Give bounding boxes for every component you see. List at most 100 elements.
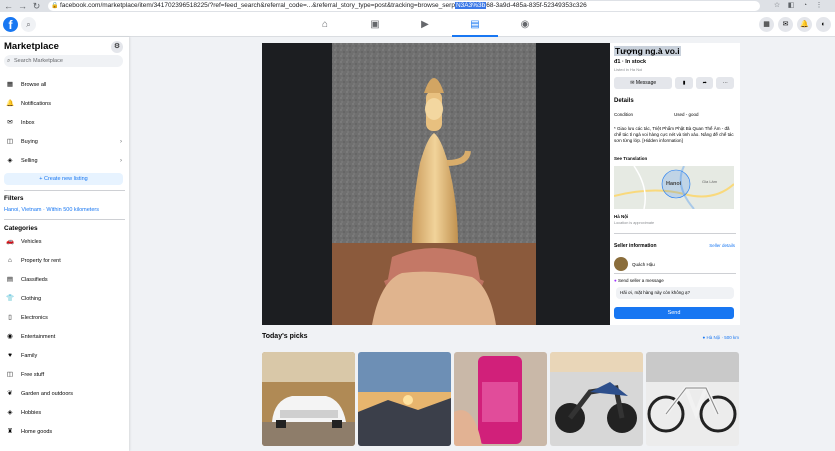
star-icon[interactable]: ☆: [772, 1, 782, 11]
tab-watch[interactable]: ▣: [350, 12, 400, 37]
category-label: Property for rent: [21, 258, 61, 264]
category-label: Home goods: [21, 429, 53, 435]
bicycle-photo: [646, 352, 739, 446]
pick-item-bicycle[interactable]: [646, 352, 739, 446]
category-label: Garden and outdoors: [21, 391, 73, 397]
sidebar-item-label: Selling: [21, 158, 38, 164]
classifieds-icon: ▤: [6, 276, 14, 283]
category-vehicles[interactable]: 🚗 Vehicles: [4, 234, 126, 250]
sidebar-item-selling[interactable]: ◈ Selling ›: [4, 153, 126, 169]
shirt-icon: 👕: [5, 295, 15, 302]
seller-details-link[interactable]: Seller details: [709, 243, 735, 248]
condition-value: Used - good: [674, 112, 699, 117]
category-label: Free stuff: [21, 372, 45, 378]
notifications-icon[interactable]: 🔔: [797, 17, 812, 32]
reload-icon[interactable]: ↻: [31, 1, 42, 12]
seller-avatar[interactable]: [614, 257, 628, 271]
category-entertainment[interactable]: ◉ Entertainment: [4, 329, 126, 345]
tag-icon: ◈: [7, 157, 13, 164]
sidebar-item-browse-all[interactable]: ▦ Browse all: [4, 77, 126, 93]
menu-grid-icon[interactable]: ▦: [759, 17, 774, 32]
account-avatar[interactable]: ◐: [816, 17, 831, 32]
lock-icon: 🔒: [51, 3, 59, 9]
sidebar-item-label: Inbox: [21, 120, 35, 126]
listing-title: Tượng ng.à vo.i: [614, 46, 681, 56]
house-icon: ⌂: [8, 257, 12, 264]
search-input[interactable]: ⌕ Search Marketplace: [4, 55, 123, 67]
landscape-photo: [358, 352, 451, 446]
send-button[interactable]: Send: [614, 307, 734, 319]
save-button[interactable]: ▮: [675, 77, 693, 89]
picks-location[interactable]: ● Hà Nội · 500 km: [703, 335, 739, 340]
category-property[interactable]: ⌂ Property for rent: [4, 253, 126, 269]
category-label: Entertainment: [21, 334, 56, 340]
listing-actions: ✉ Message ▮ ➦ ···: [614, 77, 735, 89]
more-button[interactable]: ···: [716, 77, 735, 89]
groups-icon: ◉: [520, 19, 530, 30]
category-clothing[interactable]: 👕 Clothing: [4, 291, 126, 307]
map-district-label: Gia Lâm: [702, 179, 718, 184]
category-hobbies[interactable]: ◈ Hobbies: [4, 405, 126, 421]
todays-picks-heading: Today's picks: [262, 333, 308, 340]
extension-icon[interactable]: ◧: [786, 1, 796, 11]
entertainment-icon: ◉: [7, 333, 13, 340]
category-free-stuff[interactable]: ◫ Free stuff: [4, 367, 126, 383]
messenger-icon[interactable]: ✉: [778, 17, 793, 32]
hobbies-icon: ◈: [7, 409, 13, 416]
location-name: Hà Nội: [614, 214, 629, 219]
address-bar[interactable]: 🔒 facebook.com/marketplace/item/34170239…: [48, 1, 760, 11]
video-icon: ▶: [421, 19, 429, 30]
listing-details: Tượng ng.à vo.i đ1 · In stock Listed in …: [612, 43, 740, 325]
pick-item-phone[interactable]: [454, 352, 547, 446]
inbox-icon: ✉: [7, 119, 13, 126]
create-listing-button[interactable]: + Create new listing: [4, 173, 123, 185]
category-classifieds[interactable]: ▤ Classifieds: [4, 272, 126, 288]
watch-icon: ▣: [370, 19, 380, 30]
sidebar-item-buying[interactable]: ◫ Buying ›: [4, 134, 126, 150]
location-filter[interactable]: Hanoi, Vietnam · Within 500 kilometers: [4, 207, 99, 213]
message-input[interactable]: Hãi ơi, mặt hàng này còn không ạ?: [616, 287, 734, 299]
picks-location-label: Hà Nội · 500 km: [706, 335, 739, 340]
category-family[interactable]: ♥ Family: [4, 348, 126, 364]
share-button[interactable]: ➦: [695, 77, 714, 89]
see-translation-link[interactable]: See Translation: [614, 156, 647, 161]
pick-item-landscape[interactable]: [358, 352, 451, 446]
gear-icon[interactable]: ⚙: [111, 41, 123, 53]
details-heading: Details: [614, 98, 634, 104]
divider: [614, 273, 736, 274]
menu-dots-icon[interactable]: ⋮: [814, 1, 824, 11]
category-label: Electronics: [21, 315, 48, 321]
leaf-icon: ❦: [7, 390, 13, 397]
tab-home[interactable]: ⌂: [300, 12, 350, 37]
marketplace-icon: ▤: [470, 19, 480, 30]
tab-video[interactable]: ▶: [400, 12, 450, 37]
category-electronics[interactable]: ▯ Electronics: [4, 310, 126, 326]
home-icon: ⌂: [321, 19, 329, 30]
share-icon: ➦: [702, 80, 707, 86]
location-map[interactable]: Hanoi Gia Lâm: [614, 166, 734, 209]
filters-heading: Filters: [4, 195, 24, 202]
pick-item-car[interactable]: [262, 352, 355, 446]
category-garden[interactable]: ❦ Garden and outdoors: [4, 386, 126, 402]
category-home-goods[interactable]: ♜ Home goods: [4, 424, 126, 440]
listing-photo[interactable]: [262, 43, 610, 325]
search-icon[interactable]: ⌕: [21, 17, 36, 32]
listing-price: đ1 · In stock: [614, 59, 647, 65]
pick-item-motorbike[interactable]: [550, 352, 643, 446]
tab-marketplace[interactable]: ▤: [450, 12, 500, 37]
sidebar-item-notifications[interactable]: 🔔 Notifications: [4, 96, 126, 112]
profile-icon[interactable]: ◔: [800, 1, 810, 11]
main-nav: ⌂ ▣ ▶ ▤ ◉: [300, 12, 550, 37]
header-actions: ▦ ✉ 🔔 ◐: [759, 17, 831, 32]
forward-icon[interactable]: →: [17, 1, 28, 12]
free-icon: ◫: [6, 371, 14, 378]
message-label: Message: [635, 80, 657, 86]
back-icon[interactable]: ←: [3, 1, 14, 12]
message-button[interactable]: ✉ Message: [614, 77, 673, 89]
url-rest: 68-3a9d-485a-835f-52349353c326: [486, 2, 587, 9]
seller-name[interactable]: Quách Hậu: [632, 262, 655, 267]
tab-groups[interactable]: ◉: [500, 12, 550, 37]
send-seller-heading: ● Send seller a message: [614, 278, 664, 283]
sidebar-item-inbox[interactable]: ✉ Inbox: [4, 115, 126, 131]
facebook-logo[interactable]: f: [3, 17, 18, 32]
